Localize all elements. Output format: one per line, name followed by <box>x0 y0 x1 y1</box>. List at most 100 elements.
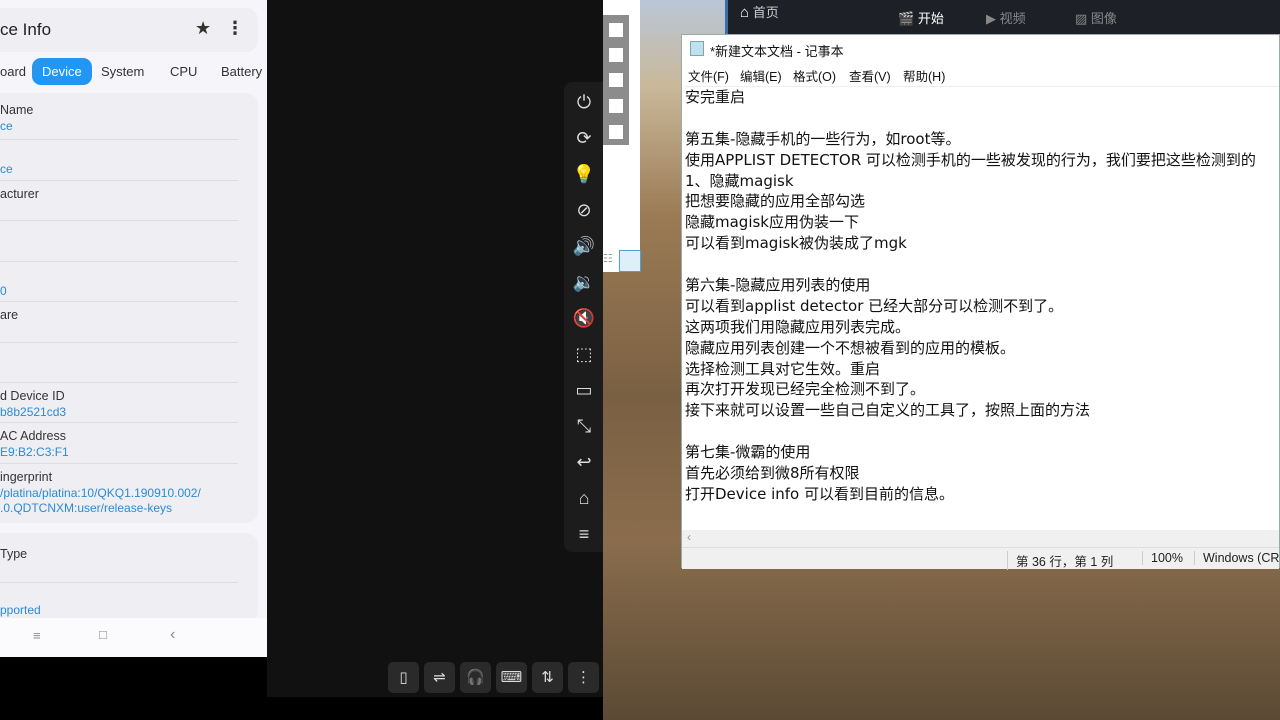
headset-icon[interactable]: 🎧 <box>460 662 491 693</box>
text-line: 隐藏应用列表创建一个不想被看到的应用的模板。 <box>685 338 1016 357</box>
record-icon[interactable]: ▭ <box>570 376 598 404</box>
video-app-header: ⌂ 首页 🎬 开始 ▶ 视频 ▨ 图像 <box>725 0 1280 34</box>
info-row[interactable]: Type <box>0 533 238 583</box>
status-bar: 第 36 行，第 1 列 100% Windows (CRLF) <box>682 547 1280 570</box>
checkbox[interactable] <box>609 99 623 113</box>
device-info-app: ce Info ★ ⋮ oard Device System CPU Batte… <box>0 0 267 657</box>
info-label: d Device ID <box>0 389 65 403</box>
star-icon[interactable]: ★ <box>195 18 211 39</box>
info-value: 0 <box>0 284 7 298</box>
checkbox[interactable] <box>609 23 623 37</box>
info-row[interactable]: ingerprint/platina/platina:10/QKQ1.19091… <box>0 464 238 519</box>
list-view-icon[interactable]: ☷ <box>603 252 613 265</box>
info-label: ingerprint <box>0 470 53 484</box>
text-line: 隐藏magisk应用伪装一下 <box>685 213 859 232</box>
text-line: 1、隐藏magisk <box>685 171 794 190</box>
checkbox[interactable] <box>609 48 623 62</box>
text-line: 可以看到applist detector 已经大部分可以检测不到了。 <box>685 296 1064 315</box>
home-nav-button[interactable]: □ <box>99 627 107 642</box>
info-value: pported <box>0 603 41 617</box>
menu-bar: 文件(F) 编辑(E) 格式(O) 查看(V) 帮助(H) <box>682 63 1279 85</box>
info-label: Type <box>0 547 28 561</box>
notepad-window: *新建文本文档 - 记事本 文件(F) 编辑(E) 格式(O) 查看(V) 帮助… <box>681 34 1280 570</box>
info-value: ce <box>0 162 13 176</box>
more-icon[interactable]: ⋮ <box>568 662 599 693</box>
image-view-icon[interactable] <box>619 250 641 272</box>
tab-battery[interactable]: Battery <box>211 58 267 85</box>
info-row[interactable] <box>0 343 238 383</box>
rotate-icon[interactable]: ⟳ <box>570 124 598 152</box>
text-line: 接下来就可以设置一些自己自定义的工具了，按照上面的方法 <box>685 401 1091 420</box>
horizontal-scrollbar[interactable]: ‹ <box>682 530 1279 547</box>
android-navbar: ≡ □ ‹ <box>0 618 267 657</box>
bulb-off-icon[interactable]: ⊘ <box>570 196 598 224</box>
checkbox[interactable] <box>609 125 623 139</box>
info-label: Name <box>0 103 34 117</box>
emulator-bottom-toolbar: ▯ ⇌ 🎧 ⌨ ⇅ ⋮ <box>386 660 603 697</box>
tab-cpu[interactable]: CPU <box>160 58 207 85</box>
volume-down-icon[interactable]: 🔉 <box>570 268 598 296</box>
menu-view[interactable]: 查看(V) <box>849 66 891 85</box>
info-value: E9:B2:C3:F1 <box>0 445 69 459</box>
text-line: 把想要隐藏的应用全部勾选 <box>685 192 866 211</box>
tab-bar: oard Device System CPU Battery <box>0 58 267 86</box>
info-row[interactable]: are <box>0 302 238 343</box>
home-icon: ⌂ <box>740 4 750 21</box>
notepad-icon <box>690 41 704 56</box>
app-bar: ce Info ★ ⋮ <box>0 8 258 52</box>
menu-edit[interactable]: 编辑(E) <box>740 66 782 85</box>
zoom-level: 100% <box>1142 551 1183 565</box>
info-label: AC Address <box>0 429 67 443</box>
text-editor[interactable]: 安完重启第五集-隐藏手机的一些行为，如root等。使用APPLIST DETEC… <box>685 86 1279 536</box>
text-line: 使用APPLIST DETECTOR 可以检测手机的一些被发现的行为，我们要把这… <box>685 150 1256 169</box>
back-nav-button[interactable]: ‹ <box>170 626 175 644</box>
menu-nav-button[interactable]: ≡ <box>33 628 41 643</box>
text-line: 第五集-隐藏手机的一些行为，如root等。 <box>685 129 961 148</box>
info-row[interactable]: 0 <box>0 262 238 302</box>
text-line: 第六集-隐藏应用列表的使用 <box>685 276 871 295</box>
usb-icon[interactable]: ⇌ <box>424 662 455 693</box>
tab-video[interactable]: ▶ 视频 <box>986 8 1026 27</box>
power-icon[interactable]: ⏻ <box>570 88 598 116</box>
text-line <box>685 254 1279 275</box>
text-line: 再次打开发现已经完全检测不到了。 <box>685 380 926 399</box>
window-icon[interactable]: ▯ <box>388 662 419 693</box>
info-row[interactable] <box>0 221 238 262</box>
info-label: are <box>0 308 19 322</box>
text-line: 安完重启 <box>685 88 746 106</box>
menu-format[interactable]: 格式(O) <box>793 66 836 85</box>
info-row[interactable]: ce <box>0 140 238 181</box>
text-line: 这两项我们用隐藏应用列表完成。 <box>685 317 911 336</box>
tab-device[interactable]: Device <box>32 58 92 85</box>
screenshot-icon[interactable]: ⬚ <box>570 340 598 368</box>
text-line: 打开Device info 可以看到目前的信息。 <box>685 484 954 503</box>
info-row[interactable]: Name ce <box>0 97 238 140</box>
emulator-side-toolbar: ⏻ ⟳ 💡 ⊘ 🔊 🔉 🔇 ⬚ ▭ ⤡ ↩ ⌂ ≡ <box>564 82 603 552</box>
volume-up-icon[interactable]: 🔊 <box>570 232 598 260</box>
text-line: 首先必须给到微8所有权限 <box>685 464 860 483</box>
info-row[interactable]: acturer <box>0 181 238 221</box>
info-row[interactable]: AC Address E9:B2:C3:F1 <box>0 423 238 464</box>
checkbox[interactable] <box>609 73 623 87</box>
mute-icon[interactable]: 🔇 <box>570 304 598 332</box>
resize-icon[interactable]: ⤡ <box>570 412 598 440</box>
tab-start[interactable]: 🎬 开始 <box>898 8 944 27</box>
more-icon[interactable]: ⋮ <box>226 18 244 39</box>
transfer-icon[interactable]: ⇅ <box>532 662 563 693</box>
text-line: 可以看到magisk被伪装成了mgk <box>685 234 907 253</box>
info-value: b8b2521cd3 <box>0 405 67 419</box>
info-label: acturer <box>0 187 39 201</box>
tab-dashboard[interactable]: oard <box>0 58 36 85</box>
home-tab[interactable]: ⌂ 首页 <box>740 2 779 21</box>
tab-system[interactable]: System <box>91 58 154 85</box>
tab-image[interactable]: ▨ 图像 <box>1075 8 1117 27</box>
menu-file[interactable]: 文件(F) <box>688 66 729 85</box>
menu-icon[interactable]: ≡ <box>570 520 598 548</box>
checkbox-column <box>603 15 629 145</box>
bulb-icon[interactable]: 💡 <box>570 160 598 188</box>
keyboard-icon[interactable]: ⌨ <box>496 662 527 693</box>
info-row[interactable]: d Device ID b8b2521cd3 <box>0 383 238 423</box>
menu-help[interactable]: 帮助(H) <box>903 66 945 85</box>
back-icon[interactable]: ↩ <box>570 448 598 476</box>
home-icon[interactable]: ⌂ <box>570 484 598 512</box>
